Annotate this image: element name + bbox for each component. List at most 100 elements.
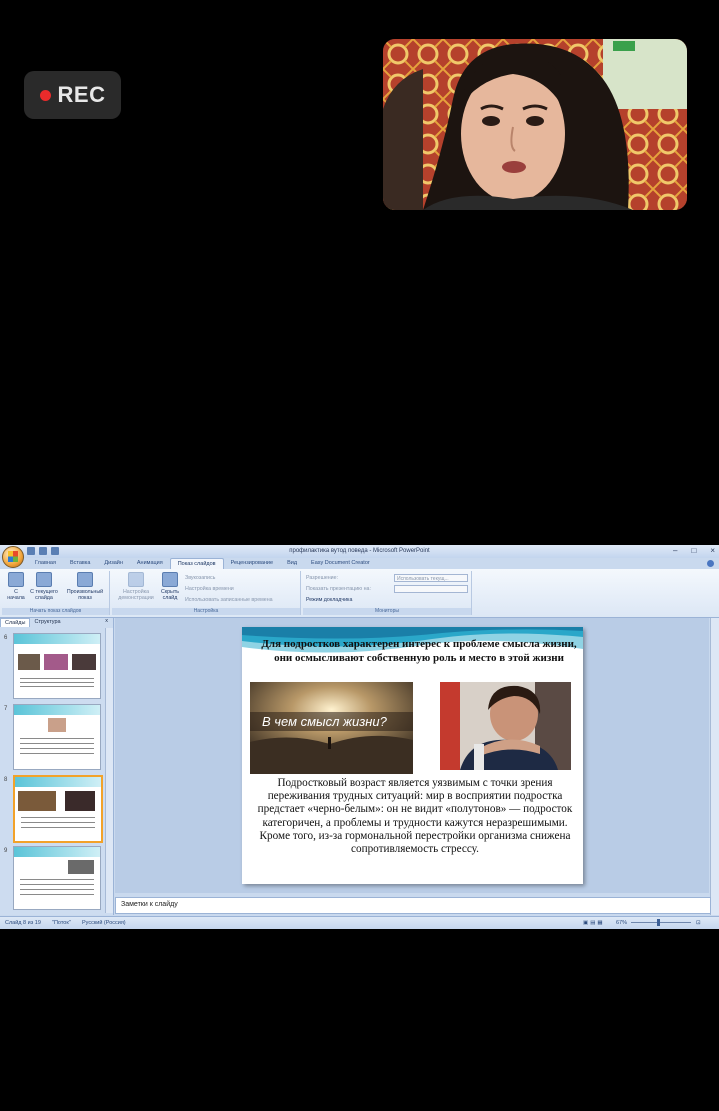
- thumbnail-text-line: [20, 753, 94, 754]
- from-current-label: С текущего слайда: [30, 589, 58, 601]
- use-timings-checkbox[interactable]: Использовать записанные времена: [185, 597, 273, 603]
- office-button[interactable]: [2, 546, 24, 568]
- tab-slide-show[interactable]: Показ слайдов: [169, 558, 224, 569]
- slide-body-text: Подростковый возраст является уязвимым с…: [257, 777, 573, 856]
- webcam-video: [383, 39, 687, 210]
- slide-thumbnail[interactable]: [13, 633, 101, 699]
- theme-name: "Поток": [52, 920, 71, 926]
- slide-thumbnail[interactable]: [13, 846, 101, 910]
- group-caption: Настройка: [112, 608, 300, 615]
- thumbnail-text-line: [21, 817, 95, 818]
- image-caption: В чем смысл жизни?: [262, 714, 387, 729]
- thumbnail-text-line: [20, 884, 94, 885]
- group-start-slideshow: С начала С текущего слайда Произвольный …: [2, 571, 110, 615]
- tab-slides[interactable]: Слайды: [0, 618, 31, 627]
- hide-slide-icon: [162, 572, 178, 587]
- resolution-select[interactable]: Использовать текущ...: [394, 574, 468, 582]
- window-title: профилактика вутод поведа - Microsoft Po…: [289, 548, 430, 554]
- thumbnail-image: [65, 791, 95, 811]
- slide-title: Для подростков характерен интерес к проб…: [261, 638, 577, 664]
- slide-number: 7: [4, 706, 8, 712]
- setup-show-label: Настройка демонстрации: [118, 589, 154, 601]
- maximize-icon[interactable]: □: [691, 546, 696, 555]
- thumbnail-header: [15, 777, 101, 787]
- thumbnail-text-line: [20, 743, 94, 744]
- tab-review[interactable]: Рецензирование: [224, 558, 280, 569]
- tab-easy-document-creator[interactable]: Easy Document Creator: [304, 558, 377, 569]
- window-controls: – □ ×: [673, 546, 715, 555]
- recording-indicator: REC: [24, 71, 121, 119]
- thumbnail-image: [44, 654, 68, 670]
- thumbnail-text-line: [21, 822, 95, 823]
- show-on-select[interactable]: [394, 585, 468, 593]
- slide-image-teen: [440, 682, 571, 770]
- group-caption: Начать показ слайдов: [2, 608, 109, 615]
- projector-icon: [77, 572, 93, 587]
- tab-animation[interactable]: Анимация: [130, 558, 170, 569]
- close-pane-icon[interactable]: x: [105, 618, 108, 627]
- tab-design[interactable]: Дизайн: [97, 558, 130, 569]
- powerpoint-window: профилактика вутод поведа - Microsoft Po…: [0, 545, 719, 929]
- tab-insert[interactable]: Вставка: [63, 558, 97, 569]
- tab-home[interactable]: Главная: [28, 558, 63, 569]
- ribbon-tabs: Главная Вставка Дизайн Анимация Показ сл…: [28, 558, 377, 569]
- thumbnail-image: [18, 791, 56, 811]
- thumbnail-image: [68, 860, 94, 874]
- slide-image-forest: В чем смысл жизни?: [250, 682, 413, 774]
- current-slide[interactable]: Для подростков характерен интерес к проб…: [242, 627, 583, 884]
- ribbon: С начала С текущего слайда Произвольный …: [0, 569, 719, 618]
- thumbnail-header: [14, 634, 100, 644]
- presenter-view-checkbox[interactable]: Режим докладчика: [306, 597, 352, 603]
- fit-window-icon[interactable]: ⊡: [696, 920, 701, 926]
- minimize-icon[interactable]: –: [673, 546, 677, 555]
- hide-slide-button[interactable]: Скрыть слайд: [158, 572, 182, 601]
- thumbnail-header: [14, 847, 100, 857]
- slide-scrollbar[interactable]: [710, 618, 719, 915]
- custom-show-label: Произвольный показ: [66, 589, 104, 601]
- close-icon[interactable]: ×: [710, 546, 715, 555]
- zoom-slider[interactable]: [631, 922, 691, 923]
- slide-thumbnail[interactable]: [13, 704, 101, 770]
- resolution-label: Разрешение:: [306, 575, 339, 581]
- slides-pane-scrollbar[interactable]: [105, 628, 113, 913]
- thumbnail-text-line: [20, 889, 94, 890]
- setup-icon: [128, 572, 144, 587]
- tab-outline[interactable]: Структура: [30, 618, 64, 627]
- language-indicator[interactable]: Русский (Россия): [82, 920, 126, 926]
- thumbnail-text-line: [20, 738, 94, 739]
- thumbnail-header: [14, 705, 100, 715]
- thumbnail-text-line: [20, 748, 94, 749]
- zoom-slider-handle[interactable]: [657, 919, 660, 926]
- group-setup: Настройка демонстрации Скрыть слайд Звук…: [112, 571, 301, 615]
- rehearse-timings-option[interactable]: Настройка времени: [185, 586, 234, 592]
- slide-number: 6: [4, 635, 8, 641]
- tab-view[interactable]: Вид: [280, 558, 304, 569]
- office-logo-icon: [8, 551, 18, 562]
- slide-thumbnail-selected[interactable]: [13, 775, 103, 843]
- from-current-slide-button[interactable]: С текущего слайда: [28, 572, 60, 601]
- custom-show-button[interactable]: Произвольный показ: [64, 572, 106, 601]
- from-beginning-button[interactable]: С начала: [5, 572, 27, 601]
- zoom-level[interactable]: 67%: [616, 920, 627, 926]
- notes-field[interactable]: Заметки к слайду: [115, 897, 711, 914]
- slide-editing-area: Для подростков характерен интерес к проб…: [115, 618, 709, 893]
- from-beginning-label: С начала: [7, 589, 25, 601]
- slides-pane: Слайды Структура x 6 7 8 9: [0, 618, 114, 915]
- thumbnail-text-line: [20, 678, 94, 679]
- show-on-label: Показать презентацию на:: [306, 586, 371, 592]
- record-narration-option[interactable]: Звукозапись: [185, 575, 215, 581]
- view-buttons[interactable]: ▣▤▦: [583, 920, 605, 926]
- recording-label: REC: [57, 82, 106, 107]
- slides-pane-tabs: Слайды Структура x: [0, 618, 113, 627]
- thumbnail-text-line: [21, 827, 95, 828]
- thumbnail-text-line: [20, 894, 94, 895]
- thumbnail-image: [72, 654, 96, 670]
- help-icon[interactable]: [707, 560, 714, 567]
- thumbnail-text-line: [20, 682, 94, 683]
- status-bar: Слайд 8 из 19 "Поток" Русский (Россия) ▣…: [0, 916, 719, 929]
- group-caption: Мониторы: [303, 608, 471, 615]
- title-bar: профилактика вутод поведа - Microsoft Po…: [0, 545, 719, 558]
- setup-show-button[interactable]: Настройка демонстрации: [115, 572, 157, 601]
- slide-number: 8: [4, 777, 8, 783]
- slide-counter: Слайд 8 из 19: [5, 920, 41, 926]
